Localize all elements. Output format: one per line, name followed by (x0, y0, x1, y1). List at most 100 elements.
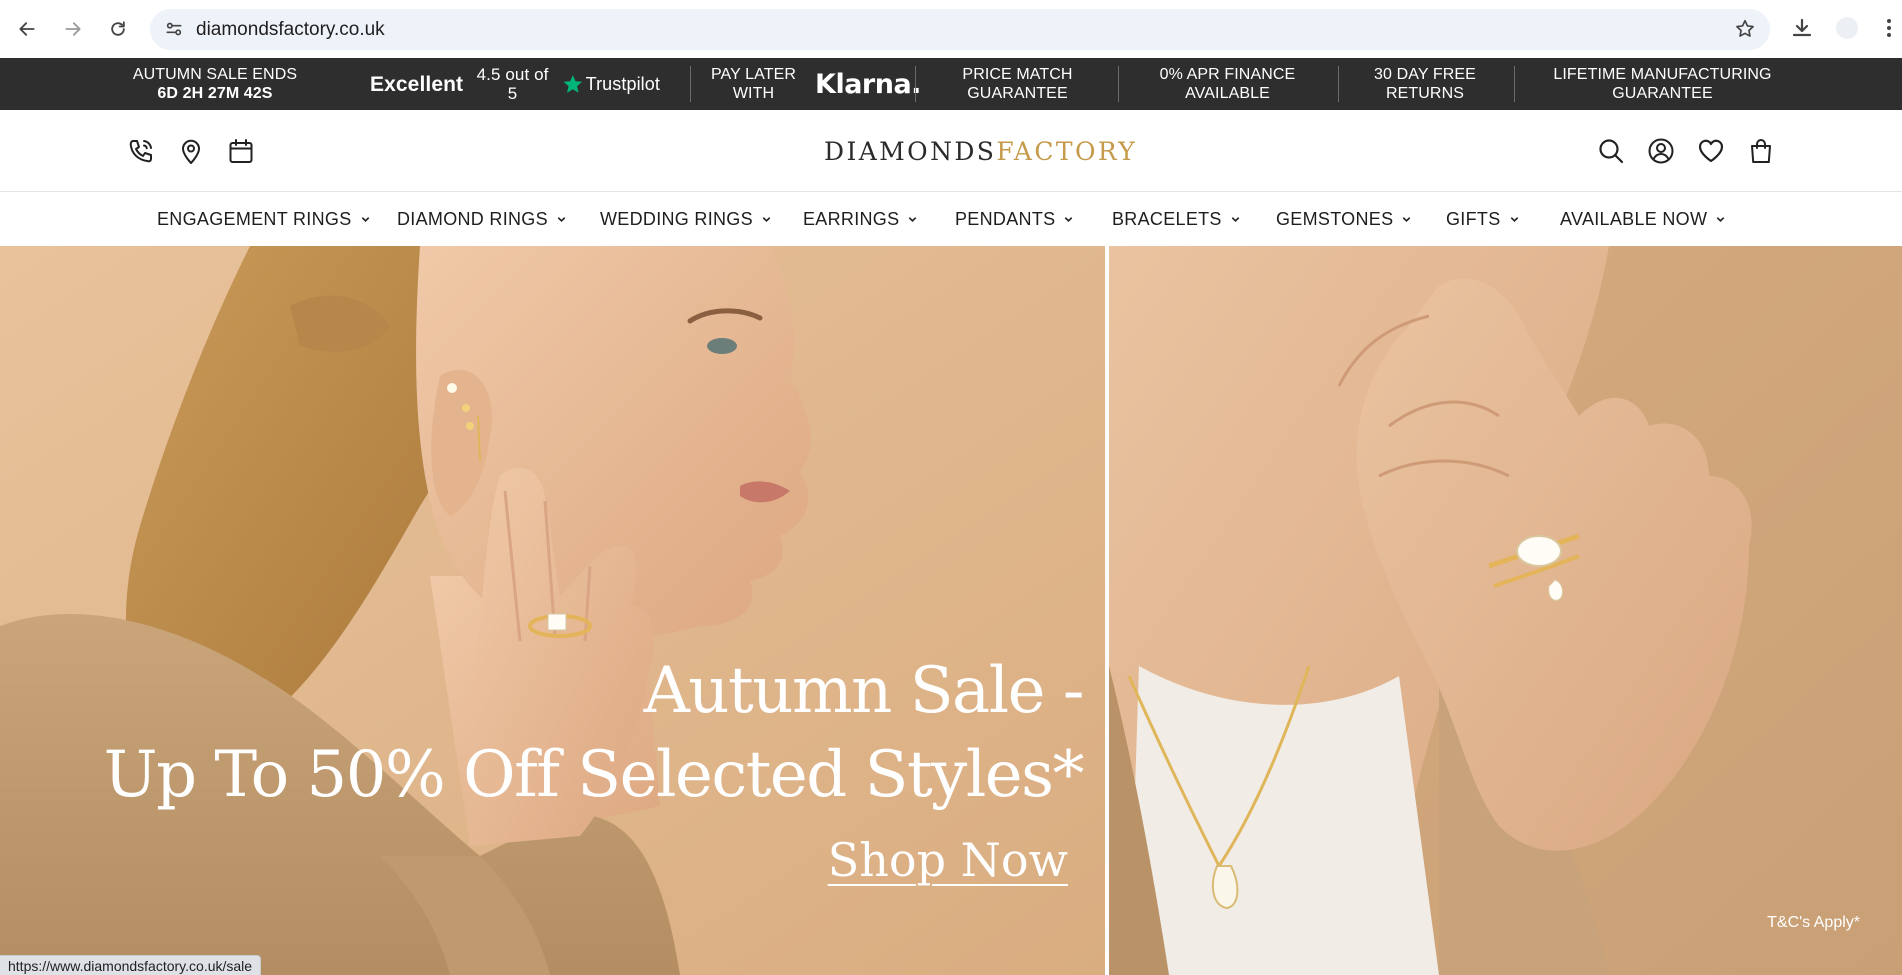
site-logo[interactable]: DIAMONDSFACTORY (824, 137, 1137, 166)
nav-pendants[interactable]: PENDANTS (955, 209, 1074, 230)
search-button[interactable] (1596, 136, 1626, 166)
chevron-down-icon (762, 217, 771, 223)
downloads-button[interactable] (1790, 16, 1814, 45)
nav-engagement-rings[interactable]: ENGAGEMENT RINGS (157, 209, 371, 230)
nav-label: EARRINGS (803, 209, 900, 229)
nav-label: GEMSTONES (1276, 209, 1394, 229)
store-locator-button[interactable] (176, 136, 206, 166)
hero-headline-line2: Up To 50% Off Selected Styles* (103, 738, 1085, 812)
promo-bar: AUTUMN SALE ENDS 6D 2H 27M 42S Excellent… (0, 58, 1902, 110)
site-info-icon[interactable] (164, 19, 184, 39)
profile-avatar[interactable] (1836, 17, 1858, 39)
hero-photo-hand-ring (1109, 246, 1902, 975)
hero-image-hand[interactable]: T&C's Apply* (1109, 246, 1902, 975)
nav-label: ENGAGEMENT RINGS (157, 209, 352, 229)
kebab-menu-icon (1887, 19, 1891, 37)
terms-apply-link[interactable]: T&C's Apply* (1767, 914, 1860, 932)
trustpilot-rating-word: Excellent (370, 72, 464, 96)
lifetime-guarantee-sub: GUARANTEE (1612, 85, 1713, 102)
nav-label: PENDANTS (955, 209, 1056, 229)
forward-button[interactable] (60, 16, 86, 42)
arrow-left-icon (19, 22, 35, 36)
wishlist-button[interactable] (1696, 136, 1726, 166)
nav-label: DIAMOND RINGS (397, 209, 548, 229)
chevron-down-icon (361, 217, 369, 223)
price-match-label: PRICE MATCH (962, 66, 1073, 83)
logo-factory: FACTORY (996, 137, 1138, 166)
klarna-logo-text: Klarna. (815, 68, 921, 100)
user-icon (1648, 138, 1674, 164)
nav-wedding-rings[interactable]: WEDDING RINGS (600, 209, 772, 230)
shop-now-link[interactable]: Shop Now (828, 833, 1068, 887)
price-match-sub: GUARANTEE (967, 85, 1068, 102)
hero-headline-line1: Autumn Sale - (643, 654, 1085, 728)
shopping-bag-icon (1751, 139, 1771, 163)
free-returns-label: 30 DAY FREE (1374, 66, 1476, 83)
apr-finance[interactable]: 0% APR FINANCE AVAILABLE (1125, 58, 1330, 110)
book-appointment-button[interactable] (226, 136, 256, 166)
heart-icon (1698, 139, 1724, 163)
chevron-down-icon (1065, 217, 1073, 223)
promo-divider (1118, 66, 1119, 102)
back-button[interactable] (14, 16, 40, 42)
reload-button[interactable] (105, 16, 131, 42)
promo-divider (690, 66, 691, 102)
arrow-right-icon (65, 22, 81, 36)
main-navigation: ENGAGEMENT RINGS DIAMOND RINGS WEDDING R… (0, 193, 1902, 245)
nav-available-now[interactable]: AVAILABLE NOW (1560, 209, 1726, 230)
nav-diamond-rings[interactable]: DIAMOND RINGS (397, 209, 567, 230)
chevron-down-icon (1403, 217, 1411, 223)
price-match[interactable]: PRICE MATCH GUARANTEE (925, 58, 1110, 110)
promo-divider (1338, 66, 1339, 102)
klarna-logo[interactable]: Klarna. (812, 58, 924, 110)
apr-finance-label: 0% APR FINANCE (1159, 66, 1296, 83)
address-bar[interactable]: diamondsfactory.co.uk (150, 9, 1770, 50)
pay-later-with: WITH (732, 85, 775, 102)
chevron-down-icon (909, 217, 917, 223)
search-icon (1599, 139, 1624, 164)
bookmark-star-icon[interactable] (1734, 18, 1756, 40)
promo-divider (1514, 66, 1515, 102)
promo-divider (915, 66, 916, 102)
reload-icon (111, 21, 125, 36)
hero-image-woman[interactable]: Autumn Sale - Up To 50% Off Selected Sty… (0, 246, 1105, 975)
chevron-down-icon (557, 217, 566, 223)
trustpilot-brand: Trustpilot (585, 73, 660, 94)
calendar-icon (229, 139, 253, 163)
site-header: DIAMONDSFACTORY (0, 110, 1902, 192)
pay-later-label: PAY LATER (710, 66, 797, 83)
map-pin-icon (182, 139, 200, 164)
nav-label: BRACELETS (1112, 209, 1222, 229)
url-text[interactable]: diamondsfactory.co.uk (196, 19, 385, 41)
nav-label: GIFTS (1446, 209, 1501, 229)
trustpilot-score: 4.5 out of 5 (476, 65, 549, 103)
lifetime-guarantee-label: LIFETIME MANUFACTURING (1553, 66, 1772, 83)
browser-toolbar: diamondsfactory.co.uk (0, 0, 1902, 58)
browser-menu-button[interactable] (1885, 16, 1893, 45)
logo-diamonds: DIAMONDS (824, 137, 997, 166)
free-returns[interactable]: 30 DAY FREE RETURNS (1345, 58, 1505, 110)
pay-later[interactable]: PAY LATER WITH (700, 58, 807, 110)
nav-bracelets[interactable]: BRACELETS (1112, 209, 1241, 230)
nav-gemstones[interactable]: GEMSTONES (1276, 209, 1412, 230)
hero-banner[interactable]: Autumn Sale - Up To 50% Off Selected Sty… (0, 246, 1902, 975)
sale-countdown[interactable]: AUTUMN SALE ENDS 6D 2H 27M 42S (120, 58, 310, 110)
nav-gifts[interactable]: GIFTS (1446, 209, 1520, 230)
nav-earrings[interactable]: EARRINGS (803, 209, 918, 230)
nav-label: AVAILABLE NOW (1560, 209, 1708, 229)
sale-countdown-timer: 6D 2H 27M 42S (157, 85, 273, 102)
trustpilot-star-icon (563, 74, 583, 93)
nav-label: WEDDING RINGS (600, 209, 753, 229)
chevron-down-icon (1510, 217, 1518, 223)
free-returns-sub: RETURNS (1385, 85, 1465, 102)
apr-finance-sub: AVAILABLE (1185, 85, 1270, 102)
account-button[interactable] (1646, 136, 1676, 166)
trustpilot-widget[interactable]: Excellent 4.5 out of 5 Trustpilot (370, 58, 660, 110)
cart-button[interactable] (1746, 136, 1776, 166)
contact-button[interactable] (126, 136, 156, 166)
chevron-down-icon (1231, 217, 1240, 223)
chevron-down-icon (1716, 217, 1725, 223)
sale-countdown-label: AUTUMN SALE ENDS (132, 66, 298, 83)
download-icon (1792, 18, 1812, 37)
lifetime-guarantee[interactable]: LIFETIME MANUFACTURING GUARANTEE (1535, 58, 1790, 110)
